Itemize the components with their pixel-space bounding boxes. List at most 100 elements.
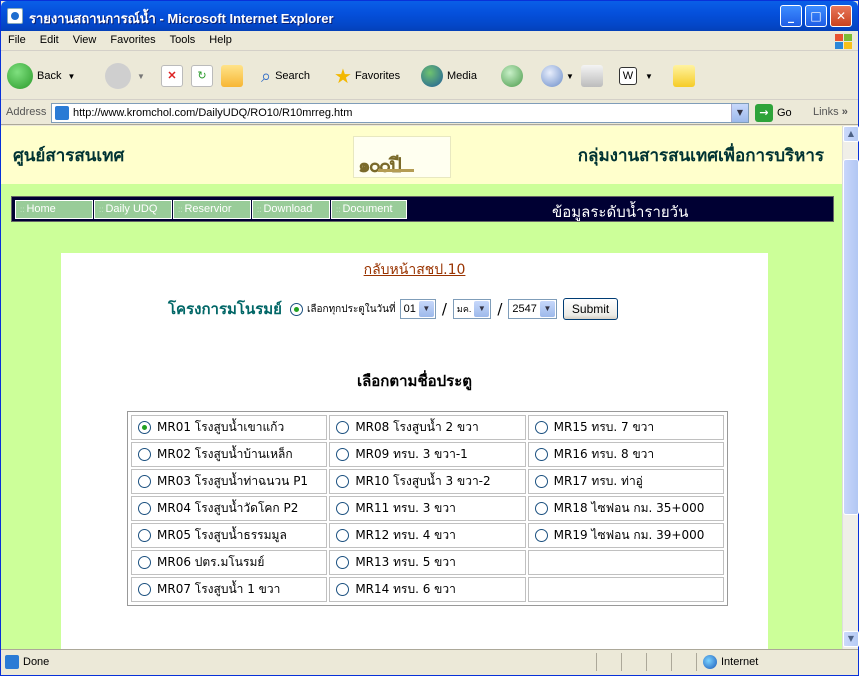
all-gates-radio[interactable]	[289, 302, 303, 316]
project-name: โครงการมโนรมย์	[168, 300, 282, 318]
menu-help[interactable]: Help	[202, 31, 239, 46]
address-dropdown-icon[interactable]: ▼	[731, 104, 748, 122]
menu-edit[interactable]: Edit	[33, 31, 66, 46]
gate-option[interactable]: MR03 โรงสูบน้ำท่าฉนวน P1	[138, 472, 326, 491]
gate-option[interactable]: MR13 ทรบ. 5 ขวา	[336, 553, 524, 572]
gate-option[interactable]: MR19 ไซฟอน กม. 39+000	[534, 526, 723, 545]
gate-radio[interactable]	[138, 502, 151, 515]
nav-home[interactable]: :: Home	[15, 200, 93, 219]
gate-radio[interactable]	[336, 583, 350, 596]
gate-cell: MR09 ทรบ. 3 ขวา-1	[329, 442, 526, 467]
gate-radio[interactable]	[138, 556, 151, 569]
history-icon	[501, 65, 523, 87]
site-title-left: ศูนย์สารสนเทศ	[13, 146, 125, 166]
address-input[interactable]: http://www.kromchol.com/DailyUDQ/RO10/R1…	[51, 103, 749, 123]
menu-favorites[interactable]: Favorites	[103, 31, 162, 46]
gate-label: MR16 ทรบ. 8 ขวา	[553, 447, 655, 461]
forward-button[interactable]: ▼	[105, 60, 145, 92]
gate-option[interactable]: MR05 โรงสูบน้ำธรรมมูล	[138, 526, 326, 545]
gate-option[interactable]: MR08 โรงสูบน้ำ 2 ขวา	[336, 418, 524, 437]
back-button[interactable]: Back ▼	[7, 60, 75, 92]
year-select[interactable]: 2547 ▼	[508, 299, 557, 319]
gate-cell: MR12 ทรบ. 4 ขวา	[329, 523, 526, 548]
menu-file[interactable]: File	[1, 31, 33, 46]
gate-radio[interactable]	[138, 583, 151, 596]
print-button[interactable]	[581, 60, 603, 92]
day-select[interactable]: 01 ▼	[399, 299, 436, 319]
close-button[interactable]: ✕	[830, 5, 852, 27]
edit-button[interactable]: W ▼	[619, 60, 653, 92]
gate-cell: MR02 โรงสูบน้ำบ้านเหล็ก	[131, 442, 328, 467]
gate-row: MR02 โรงสูบน้ำบ้านเหล็ก MR09 ทรบ. 3 ขวา-1…	[131, 442, 724, 467]
minimize-button[interactable]: _	[780, 5, 802, 27]
search-button[interactable]: ⌕ Search	[261, 60, 310, 92]
submit-button[interactable]: Submit	[562, 298, 619, 320]
nav-document[interactable]: :: Document	[331, 200, 407, 219]
gate-label: MR11 ทรบ. 3 ขวา	[355, 501, 456, 515]
scroll-down-icon[interactable]: ▼	[843, 631, 859, 647]
gate-radio[interactable]	[336, 529, 350, 542]
gate-radio[interactable]	[336, 448, 350, 461]
gate-radio[interactable]	[534, 502, 548, 515]
chevron-down-icon: ▼	[418, 301, 434, 317]
history-button[interactable]	[501, 60, 523, 92]
ie-page-icon	[7, 8, 23, 24]
logo-text: ๑๐๐ปี	[358, 153, 402, 177]
gate-option[interactable]: MR16 ทรบ. 8 ขวา	[534, 445, 723, 464]
gate-cell: MR18 ไซฟอน กม. 35+000	[527, 496, 724, 521]
vertical-scrollbar[interactable]: ▲ ▼	[842, 126, 859, 649]
scroll-thumb[interactable]	[843, 159, 859, 515]
gate-label: MR04 โรงสูบน้ำวัดโคก P2	[157, 501, 299, 515]
gate-option[interactable]: MR12 ทรบ. 4 ขวา	[336, 526, 524, 545]
stop-button[interactable]: ✕	[161, 60, 183, 92]
gate-option[interactable]: MR14 ทรบ. 6 ขวา	[336, 580, 524, 599]
site-title-right: กลุ่มงานสารสนเทศเพื่อการบริหาร	[577, 146, 824, 166]
nav-download[interactable]: :: Download	[252, 200, 330, 219]
messenger-button[interactable]	[673, 60, 695, 92]
maximize-button[interactable]: □	[805, 5, 827, 27]
menu-view[interactable]: View	[66, 31, 104, 46]
gate-option[interactable]: MR06 ปตร.มโนรมย์	[138, 553, 326, 572]
nav-daily-udq[interactable]: :: Daily UDQ	[94, 200, 172, 219]
gate-option[interactable]: MR01 โรงสูบน้ำเขาแก้ว	[138, 418, 326, 437]
mail-button[interactable]: ▼	[541, 60, 574, 92]
gate-radio[interactable]	[534, 448, 548, 461]
home-button[interactable]	[221, 60, 243, 92]
month-select[interactable]: มค. ▼	[452, 299, 492, 319]
gate-radio[interactable]	[138, 475, 151, 488]
gate-radio[interactable]	[138, 421, 151, 434]
gate-option[interactable]: MR09 ทรบ. 3 ขวา-1	[336, 445, 524, 464]
gate-option[interactable]: MR02 โรงสูบน้ำบ้านเหล็ก	[138, 445, 326, 464]
gate-option[interactable]: MR04 โรงสูบน้ำวัดโคก P2	[138, 499, 326, 518]
scroll-up-icon[interactable]: ▲	[843, 126, 859, 142]
gate-radio[interactable]	[138, 448, 151, 461]
gate-radio[interactable]	[336, 556, 350, 569]
menu-tools[interactable]: Tools	[163, 31, 203, 46]
gate-option[interactable]: MR15 ทรบ. 7 ขวา	[534, 418, 723, 437]
refresh-button[interactable]: ↻	[191, 60, 213, 92]
gate-option[interactable]: MR11 ทรบ. 3 ขวา	[336, 499, 524, 518]
gate-radio[interactable]	[336, 475, 350, 488]
back-link[interactable]: กลับหน้าสชป.10	[61, 259, 768, 281]
nav-reservior[interactable]: :: Reservior	[173, 200, 251, 219]
go-button[interactable]: → Go	[755, 104, 792, 122]
favorites-button[interactable]: ★ Favorites	[334, 60, 400, 92]
gate-option[interactable]: MR07 โรงสูบน้ำ 1 ขวา	[138, 580, 326, 599]
gate-option[interactable]: MR18 ไซฟอน กม. 35+000	[534, 499, 723, 518]
gate-option[interactable]: MR17 ทรบ. ท่าอู่	[534, 472, 723, 491]
links-button[interactable]: Links »	[813, 106, 848, 118]
gate-cell: MR08 โรงสูบน้ำ 2 ขวา	[329, 415, 526, 440]
back-arrow-icon	[7, 63, 33, 89]
gate-cell: MR17 ทรบ. ท่าอู่	[527, 469, 724, 494]
search-icon: ⌕	[261, 65, 272, 86]
gate-radio[interactable]	[534, 529, 548, 542]
gate-radio[interactable]	[534, 475, 548, 488]
gate-radio[interactable]	[336, 421, 350, 434]
gate-radio[interactable]	[534, 421, 548, 434]
gate-option[interactable]: MR10 โรงสูบน้ำ 3 ขวา-2	[336, 472, 524, 491]
gate-radio[interactable]	[138, 529, 151, 542]
gate-label: MR12 ทรบ. 4 ขวา	[355, 528, 456, 542]
media-button[interactable]: Media	[421, 60, 477, 92]
print-icon	[581, 65, 603, 87]
gate-radio[interactable]	[336, 502, 350, 515]
